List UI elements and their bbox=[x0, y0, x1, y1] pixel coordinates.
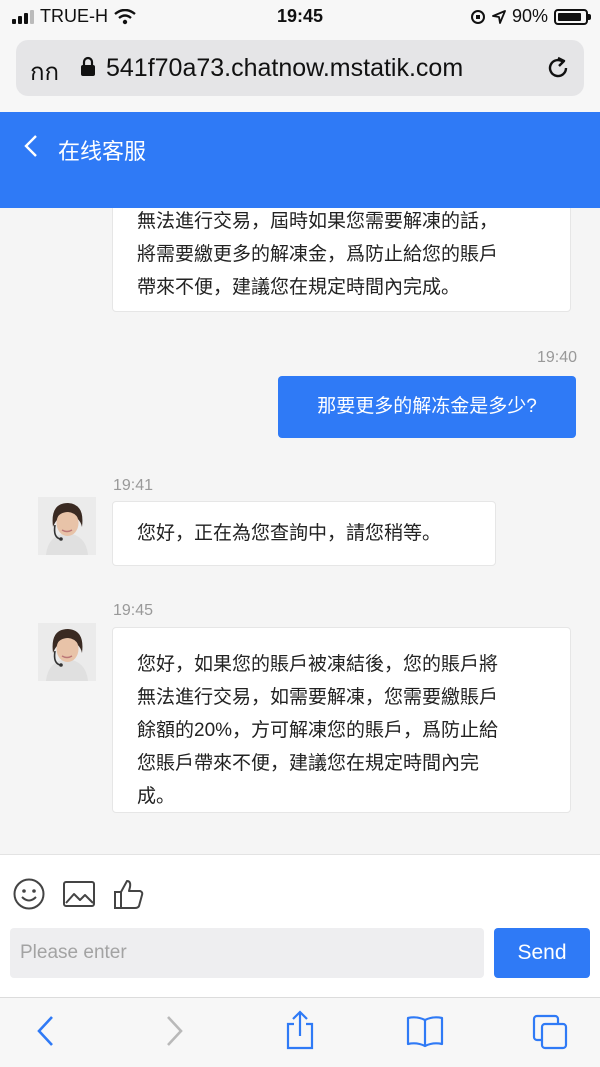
agent-message-bubble: 您好，正在為您查詢中，請您稍等。 bbox=[112, 501, 496, 566]
battery-icon bbox=[554, 8, 591, 25]
chat-header: 在线客服 bbox=[0, 112, 600, 208]
message-timestamp: 19:40 bbox=[536, 349, 577, 366]
message-line: 成。 bbox=[137, 786, 176, 807]
chat-messages[interactable]: 無法進行交易，屆時如果您需要解凍的話， 將需要繳更多的解凍金，爲防止給您的賬戶 … bbox=[0, 208, 600, 854]
image-icon[interactable] bbox=[62, 877, 96, 911]
emoji-icon[interactable] bbox=[12, 877, 46, 911]
message-text: 您好，正在為您查詢中，請您稍等。 bbox=[137, 523, 442, 544]
tabs-icon[interactable] bbox=[532, 1014, 570, 1052]
agent-message-bubble: 無法進行交易，屆時如果您需要解凍的話， 將需要繳更多的解凍金，爲防止給您的賬戶 … bbox=[112, 208, 571, 312]
composer-tools bbox=[12, 877, 146, 911]
location-icon bbox=[492, 9, 506, 24]
page-title: 在线客服 bbox=[58, 139, 147, 164]
message-input[interactable] bbox=[10, 928, 484, 978]
agent-avatar bbox=[38, 623, 96, 681]
battery-level bbox=[558, 12, 582, 21]
agent-avatar-image bbox=[38, 623, 96, 681]
message-line: 帶來不便，建議您在規定時間內完成。 bbox=[137, 277, 461, 298]
browser-toolbar bbox=[0, 997, 600, 1067]
address-bar[interactable]: กก 541f70a73.chatnow.mstatik.com bbox=[16, 40, 584, 96]
message-line: 無法進行交易，屆時如果您需要解凍的話， bbox=[137, 211, 499, 232]
header-back-icon[interactable] bbox=[20, 134, 42, 158]
share-icon[interactable] bbox=[284, 1010, 316, 1050]
battery-percent: 90% bbox=[511, 6, 548, 26]
user-message-bubble: 那要更多的解冻金是多少? bbox=[278, 376, 576, 438]
lock-icon bbox=[81, 56, 95, 76]
status-bar: TRUE-H 19:45 90% bbox=[0, 0, 600, 34]
url-text[interactable]: 541f70a73.chatnow.mstatik.com bbox=[106, 54, 463, 83]
message-line: 無法進行交易，如需要解凍，您需要繳賬戶 bbox=[137, 687, 499, 708]
message-timestamp: 19:45 bbox=[113, 602, 154, 619]
status-right: 90% bbox=[470, 6, 591, 27]
forward-icon[interactable] bbox=[162, 1014, 186, 1048]
browser-address-area: กก 541f70a73.chatnow.mstatik.com bbox=[0, 34, 600, 112]
orientation-lock-icon bbox=[470, 9, 485, 24]
back-icon[interactable] bbox=[34, 1014, 58, 1048]
message-line: 您好，如果您的賬戶被凍結後，您的賬戶將 bbox=[137, 654, 499, 675]
message-composer: Send bbox=[0, 854, 600, 997]
agent-avatar bbox=[38, 497, 96, 555]
send-button[interactable]: Send bbox=[494, 928, 590, 978]
agent-avatar-image bbox=[38, 497, 96, 555]
message-line: 餘額的20%，方可解凍您的賬戶，爲防止給 bbox=[137, 720, 499, 741]
message-line: 將需要繳更多的解凍金，爲防止給您的賬戶 bbox=[137, 244, 499, 265]
message-timestamp: 19:41 bbox=[113, 477, 154, 494]
agent-message-bubble: 您好，如果您的賬戶被凍結後，您的賬戶將 無法進行交易，如需要解凍，您需要繳賬戶 … bbox=[112, 627, 571, 813]
reload-icon[interactable] bbox=[544, 54, 572, 82]
message-line: 您賬戶帶來不便，建議您在規定時間內完 bbox=[137, 753, 480, 774]
reader-mode-button[interactable]: กก bbox=[30, 52, 59, 91]
thumbs-up-icon[interactable] bbox=[112, 877, 146, 911]
bookmarks-icon[interactable] bbox=[405, 1014, 445, 1048]
